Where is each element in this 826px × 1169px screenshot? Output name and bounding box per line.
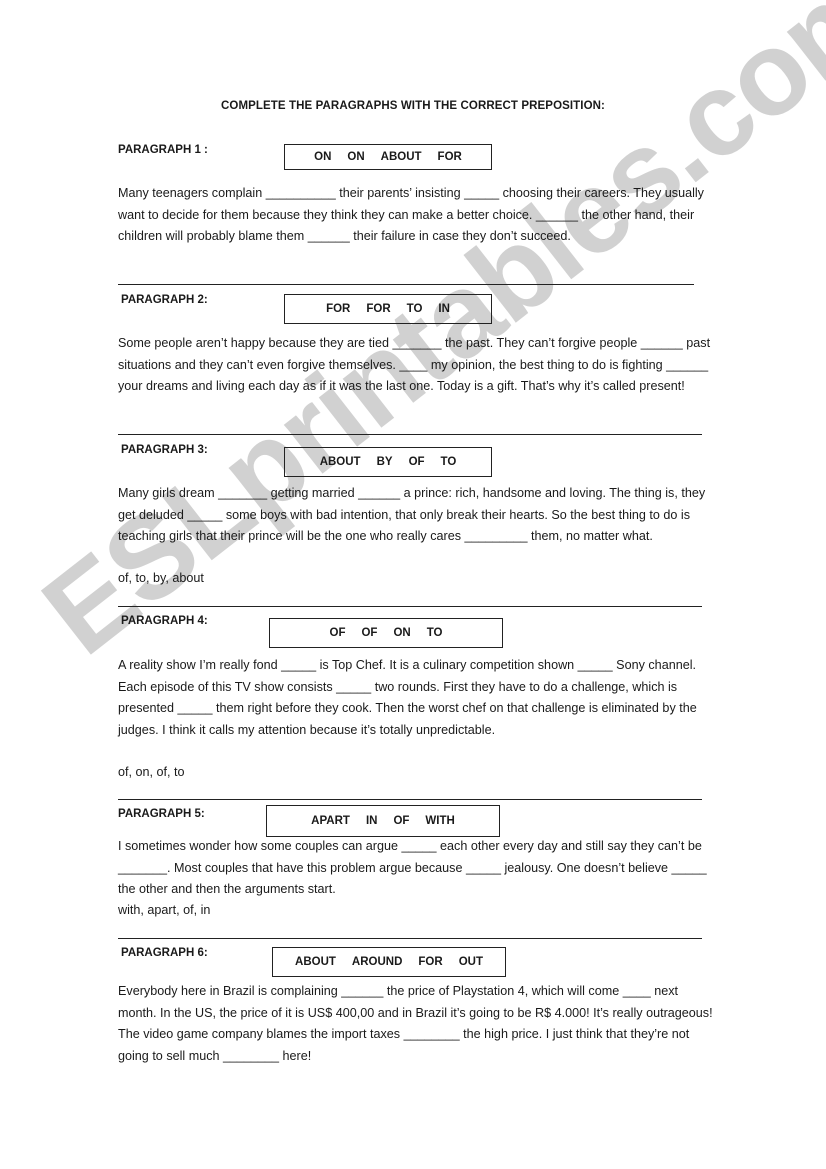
word-option: TO [426,627,443,639]
word-option: FOR [366,303,391,315]
paragraph-5-answers: with, apart, of, in [118,903,211,917]
word-option: FOR [437,151,462,163]
separator-line [118,606,702,607]
word-option: IN [438,303,450,315]
word-option: ABOUT [319,456,361,468]
separator-line [118,799,702,800]
word-option: BY [376,456,393,468]
paragraph-1-label: PARAGRAPH 1 : [118,144,208,156]
word-option: APART [311,815,350,827]
paragraph-3-label: PARAGRAPH 3: [121,444,208,456]
paragraph-2-text: Some people aren’t happy because they ar… [118,336,714,394]
word-option: OUT [458,956,483,968]
page-title: COMPLETE THE PARAGRAPHS WITH THE CORRECT… [221,100,605,112]
paragraph-3-word-box: ABOUT BY OF TO [284,447,492,477]
word-option: IN [365,815,378,827]
paragraph-1-word-box: ON ON ABOUT FOR [284,144,492,170]
paragraph-6-label: PARAGRAPH 6: [121,947,208,959]
word-option: WITH [425,815,455,827]
paragraph-2-label: PARAGRAPH 2: [121,294,208,306]
paragraph-2-word-box: FOR FOR TO IN [284,294,492,324]
paragraph-4-label: PARAGRAPH 4: [121,615,208,627]
paragraph-5-word-box: APART IN OF WITH [266,805,500,837]
word-option: TO [440,456,457,468]
paragraph-4-word-box: OF OF ON TO [269,618,503,648]
worksheet: COMPLETE THE PARAGRAPHS WITH THE CORRECT… [0,0,826,1169]
paragraph-4-answers: of, on, of, to [118,765,185,779]
paragraph-3-answers: of, to, by, about [118,571,204,585]
word-option: ON [347,151,365,163]
word-option: FOR [326,303,351,315]
word-option: ABOUT [380,151,422,163]
word-option: ON [314,151,332,163]
word-option: OF [329,627,346,639]
word-option: TO [406,303,423,315]
paragraph-4-text: A reality show I’m really fond _____ is … [118,658,701,737]
word-option: AROUND [351,956,403,968]
paragraph-6-text: Everybody here in Brazil is complaining … [118,984,716,1063]
paragraph-5-label: PARAGRAPH 5: [118,808,205,820]
separator-line [118,434,702,435]
word-option: FOR [418,956,443,968]
separator-line [118,284,694,285]
word-option: ON [393,627,411,639]
paragraph-5-text: I sometimes wonder how some couples can … [118,839,711,897]
paragraph-6-word-box: ABOUT AROUND FOR OUT [272,947,506,977]
word-option: OF [361,627,378,639]
separator-line [118,938,702,939]
word-option: OF [393,815,410,827]
paragraph-1-text: Many teenagers complain __________ their… [118,186,708,244]
paragraph-3-text: Many girls dream _______ getting married… [118,486,709,544]
word-option: ABOUT [295,956,336,968]
word-option: OF [408,456,425,468]
